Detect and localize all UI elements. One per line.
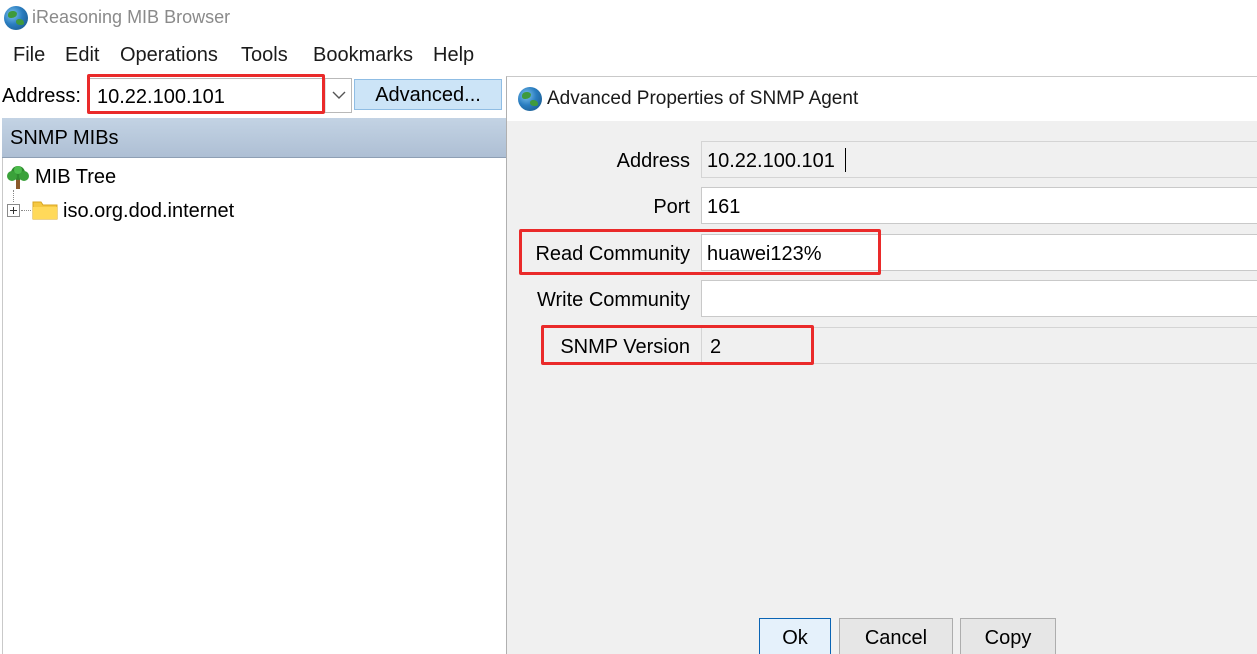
menu-tools[interactable]: Tools [241,44,288,67]
mib-tree-panel[interactable]: MIB Tree iso.org.dod.internet [2,158,506,654]
tree-node-label: iso.org.dod.internet [63,200,235,222]
menu-edit[interactable]: Edit [65,44,99,67]
cancel-button[interactable]: Cancel [839,618,953,654]
mib-panel-title: SNMP MIBs [10,127,119,149]
dialog-titlebar: Advanced Properties of SNMP Agent [507,77,1257,121]
tree-connector [13,190,15,202]
snmp-version-field[interactable]: 2 [701,327,1257,364]
expand-plus-icon[interactable] [7,204,20,217]
menu-operations[interactable]: Operations [120,44,218,67]
app-titlebar: iReasoning MIB Browser [0,0,1257,36]
mib-panel-header: SNMP MIBs [2,118,506,158]
write-community-field[interactable] [701,280,1257,317]
port-field[interactable]: 161 [701,187,1257,224]
globe-icon [518,87,542,111]
read-community-label: Read Community [535,243,690,265]
menu-bookmarks[interactable]: Bookmarks [313,44,413,67]
address-combobox[interactable]: 10.22.100.101 [88,78,352,113]
tree-root-label: MIB Tree [35,166,117,188]
address-input[interactable]: 10.22.100.101 [97,86,225,109]
read-community-field[interactable]: huawei123% [701,234,1257,271]
menu-bar: File Edit Operations Tools Bookmarks Hel… [0,40,1257,72]
snmp-version-value: 2 [710,336,722,358]
tree-icon [7,166,29,189]
ok-button[interactable]: Ok [759,618,831,654]
snmp-version-label: SNMP Version [560,336,690,358]
port-field-value: 161 [707,196,741,218]
advanced-properties-dialog: Advanced Properties of SNMP Agent Addres… [506,76,1257,654]
app-title: iReasoning MIB Browser [32,7,231,27]
read-community-value: huawei123% [707,243,822,265]
menu-file[interactable]: File [13,44,45,67]
copy-button[interactable]: Copy [960,618,1056,654]
port-field-label: Port [653,196,690,218]
write-community-label: Write Community [537,289,690,311]
address-label: Address: [2,85,81,107]
advanced-button[interactable]: Advanced... [354,79,502,110]
menu-help[interactable]: Help [433,44,474,67]
folder-icon [32,201,58,220]
address-dropdown-button[interactable] [325,79,351,112]
dialog-title: Advanced Properties of SNMP Agent [547,88,859,109]
address-toolbar: Address: 10.22.100.101 Advanced... [0,76,506,116]
tree-node-iso[interactable]: iso.org.dod.internet [7,190,307,224]
globe-icon [4,6,28,30]
chevron-down-icon [332,91,346,99]
address-field-label: Address [616,150,690,172]
address-field-value: 10.22.100.101 [707,150,835,172]
tree-connector-horizontal [21,210,31,211]
text-caret [845,148,846,172]
address-field[interactable]: 10.22.100.101 [701,141,1257,178]
